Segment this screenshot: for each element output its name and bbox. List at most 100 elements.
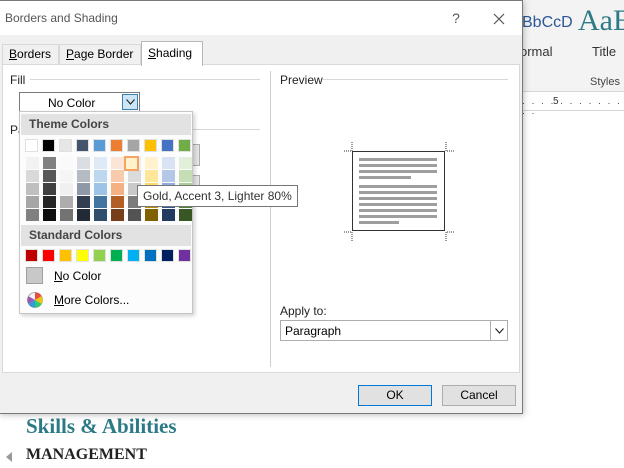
tab-borders[interactable]: Borders bbox=[2, 44, 59, 65]
no-color-swatch bbox=[26, 267, 43, 284]
no-color-option[interactable]: No Color bbox=[23, 265, 191, 287]
theme-shade-swatch[interactable] bbox=[111, 196, 124, 208]
theme-shade-swatch[interactable] bbox=[145, 209, 158, 221]
tab-row: Borders Page Border Shading bbox=[0, 41, 522, 66]
theme-color-swatch[interactable] bbox=[42, 139, 55, 152]
standard-color-swatch[interactable] bbox=[144, 249, 157, 262]
dialog-title: Borders and Shading bbox=[5, 11, 118, 25]
style-name-normal[interactable]: ormal bbox=[520, 44, 553, 59]
theme-shade-swatch[interactable] bbox=[179, 170, 192, 182]
preview-text-line bbox=[359, 164, 437, 167]
more-colors-rest: ore Colors... bbox=[64, 293, 130, 307]
theme-shade-swatch[interactable] bbox=[43, 196, 56, 208]
theme-shade-swatch[interactable] bbox=[111, 183, 124, 195]
theme-shade-swatch[interactable] bbox=[77, 157, 90, 169]
preview-text-line bbox=[359, 191, 437, 194]
theme-shade-swatch[interactable] bbox=[43, 183, 56, 195]
help-button[interactable]: ? bbox=[446, 7, 466, 29]
theme-color-swatch[interactable] bbox=[59, 139, 72, 152]
theme-shade-swatch[interactable] bbox=[179, 209, 192, 221]
standard-color-swatch[interactable] bbox=[76, 249, 89, 262]
theme-color-swatch[interactable] bbox=[110, 139, 123, 152]
theme-shade-swatch[interactable] bbox=[77, 209, 90, 221]
theme-shade-swatch[interactable] bbox=[111, 157, 124, 169]
theme-shade-swatch[interactable] bbox=[77, 170, 90, 182]
theme-shade-swatch[interactable] bbox=[94, 170, 107, 182]
theme-shade-swatch[interactable] bbox=[26, 209, 39, 221]
cancel-button[interactable]: Cancel bbox=[442, 385, 516, 406]
ruler[interactable]: · · · · · · · · · · · · · 5 bbox=[522, 93, 624, 118]
no-color-rest: o Color bbox=[62, 269, 102, 283]
theme-shade-swatch[interactable] bbox=[60, 196, 73, 208]
theme-shade-swatch[interactable] bbox=[77, 196, 90, 208]
tab-shading[interactable]: Shading bbox=[141, 41, 203, 66]
standard-color-swatch[interactable] bbox=[93, 249, 106, 262]
preview-corner-icon bbox=[343, 231, 353, 241]
theme-color-swatch[interactable] bbox=[76, 139, 89, 152]
theme-shade-swatch[interactable] bbox=[179, 157, 192, 169]
theme-color-swatch[interactable] bbox=[178, 139, 191, 152]
theme-shade-swatch[interactable] bbox=[26, 157, 39, 169]
theme-shade-swatch[interactable] bbox=[77, 183, 90, 195]
theme-shade-swatch[interactable] bbox=[60, 170, 73, 182]
style-sample-heading[interactable]: BbCcD bbox=[522, 14, 573, 32]
standard-color-swatch[interactable] bbox=[42, 249, 55, 262]
hovered-color-swatch[interactable] bbox=[124, 156, 139, 171]
preview-corner-icon bbox=[343, 142, 353, 152]
theme-shade-swatch[interactable] bbox=[162, 170, 175, 182]
theme-shade-swatch[interactable] bbox=[128, 209, 141, 221]
theme-color-swatch[interactable] bbox=[144, 139, 157, 152]
theme-color-swatch[interactable] bbox=[25, 139, 38, 152]
theme-shade-swatch[interactable] bbox=[43, 170, 56, 182]
style-name-title[interactable]: Title bbox=[592, 44, 616, 59]
theme-shade-swatch[interactable] bbox=[60, 183, 73, 195]
theme-color-swatch[interactable] bbox=[161, 139, 174, 152]
fill-dropdown-button[interactable] bbox=[122, 94, 138, 110]
theme-shade-swatch[interactable] bbox=[162, 209, 175, 221]
fill-color-dropdown[interactable]: No Color bbox=[19, 92, 140, 112]
theme-shade-swatch[interactable] bbox=[94, 196, 107, 208]
theme-shade-swatch[interactable] bbox=[94, 183, 107, 195]
more-colors-option[interactable]: More Colors... bbox=[23, 289, 191, 311]
theme-shade-swatch[interactable] bbox=[60, 157, 73, 169]
tab-borders-mnemonic: B bbox=[9, 47, 18, 61]
dialog-titlebar[interactable]: Borders and Shading ? bbox=[0, 1, 522, 35]
tab-shading-label: hading bbox=[156, 46, 193, 60]
theme-shade-swatch[interactable] bbox=[94, 157, 107, 169]
preview-text-line bbox=[359, 203, 437, 206]
theme-shade-swatch[interactable] bbox=[162, 157, 175, 169]
theme-color-swatch[interactable] bbox=[127, 139, 140, 152]
standard-color-swatch[interactable] bbox=[178, 249, 191, 262]
theme-shade-swatch[interactable] bbox=[145, 170, 158, 182]
preview-text-line bbox=[359, 221, 399, 224]
tab-page-border[interactable]: Page Border bbox=[59, 44, 141, 65]
collapse-arrow-icon[interactable] bbox=[6, 452, 12, 462]
apply-to-dropdown[interactable]: Paragraph bbox=[280, 320, 508, 341]
close-icon bbox=[493, 13, 505, 25]
ok-button[interactable]: OK bbox=[358, 385, 432, 406]
style-sample-title[interactable]: AaE bbox=[578, 4, 624, 38]
theme-shade-swatch[interactable] bbox=[43, 157, 56, 169]
standard-color-swatch[interactable] bbox=[110, 249, 123, 262]
theme-shade-swatch[interactable] bbox=[145, 157, 158, 169]
standard-color-swatch[interactable] bbox=[25, 249, 38, 262]
theme-shade-swatch[interactable] bbox=[26, 196, 39, 208]
preview-divider bbox=[322, 79, 508, 80]
theme-shade-swatch[interactable] bbox=[26, 183, 39, 195]
theme-shade-swatch[interactable] bbox=[26, 170, 39, 182]
tab-borders-label: orders bbox=[17, 47, 52, 61]
close-button[interactable] bbox=[486, 7, 512, 29]
standard-color-swatch[interactable] bbox=[161, 249, 174, 262]
theme-shade-swatch[interactable] bbox=[60, 209, 73, 221]
apply-to-label: Apply to: bbox=[280, 304, 327, 318]
standard-color-swatch[interactable] bbox=[59, 249, 72, 262]
theme-shade-swatch[interactable] bbox=[94, 209, 107, 221]
theme-shade-swatch[interactable] bbox=[111, 170, 124, 182]
theme-shade-swatch[interactable] bbox=[43, 209, 56, 221]
standard-color-swatch[interactable] bbox=[127, 249, 140, 262]
no-color-label: No Color bbox=[54, 269, 101, 283]
theme-shade-swatch[interactable] bbox=[128, 170, 141, 182]
theme-shade-swatch[interactable] bbox=[111, 209, 124, 221]
theme-color-swatch[interactable] bbox=[93, 139, 106, 152]
apply-to-dropdown-button[interactable] bbox=[490, 321, 507, 340]
